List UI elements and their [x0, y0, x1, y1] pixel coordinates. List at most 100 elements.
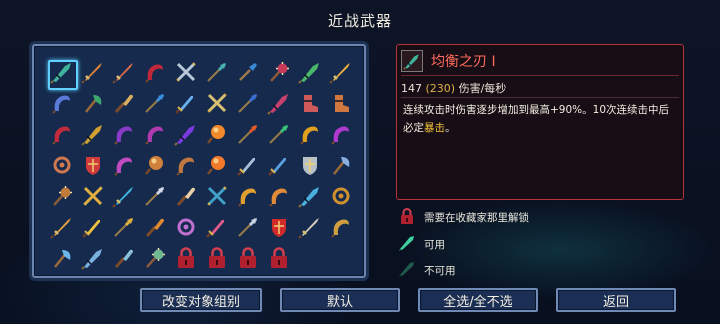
weapon-slot[interactable] — [201, 89, 232, 120]
bone-club-icon — [112, 91, 136, 119]
weapon-slot[interactable] — [325, 213, 356, 244]
sapphire-rapier-icon — [236, 91, 260, 119]
ember-whip-icon — [267, 184, 291, 212]
item-detail-panel: 均衡之刃 I 147 (230) 伤害/每秒 连续攻击时伤害逐步增加到最高+90… — [396, 44, 684, 200]
weapon-slot[interactable] — [232, 89, 263, 120]
crimson-shield-icon — [81, 153, 105, 181]
blood-scythe-icon — [50, 122, 74, 150]
weapon-slot[interactable] — [325, 58, 356, 89]
weapon-slot[interactable] — [108, 213, 139, 244]
war-club-icon — [143, 215, 167, 243]
legend-unavailable-label: 不可用 — [424, 265, 456, 277]
weapon-slot[interactable] — [201, 213, 232, 244]
serpent-whip-icon — [143, 122, 167, 150]
weapon-slot[interactable] — [232, 213, 263, 244]
weapon-slot[interactable] — [108, 151, 139, 182]
weapon-slot[interactable] — [108, 58, 139, 89]
change-group-button[interactable]: 改变对象组别 — [140, 288, 262, 312]
weapon-slot[interactable] — [294, 182, 325, 213]
weapon-slot[interactable] — [294, 120, 325, 151]
weapon-slot[interactable] — [139, 213, 170, 244]
description-keyword: 暴击 — [424, 122, 445, 134]
weapon-slot[interactable] — [139, 58, 170, 89]
weapon-slot[interactable] — [170, 182, 201, 213]
weapon-slot[interactable] — [108, 182, 139, 213]
wave-scythe-icon — [297, 184, 322, 212]
weapon-slot[interactable] — [263, 213, 294, 244]
divider — [401, 97, 679, 98]
weapon-slot[interactable] — [232, 244, 263, 275]
weapon-slot[interactable] — [294, 58, 325, 89]
weapon-slot[interactable] — [46, 182, 77, 213]
weapon-slot[interactable] — [232, 151, 263, 182]
weapon-slot[interactable] — [108, 120, 139, 151]
dps-alt-value: (230) — [425, 82, 456, 95]
weapon-slot[interactable] — [77, 120, 108, 151]
jade-spear-icon — [267, 122, 291, 150]
weapon-slot[interactable] — [201, 58, 232, 89]
weapon-slot[interactable] — [201, 120, 232, 151]
weapon-slot[interactable] — [170, 120, 201, 151]
weapon-slot[interactable] — [170, 89, 201, 120]
weapon-slot[interactable] — [108, 89, 139, 120]
weapon-slot[interactable] — [263, 58, 294, 89]
weapon-slot[interactable] — [139, 182, 170, 213]
green-axe-icon — [81, 91, 105, 119]
weapon-slot[interactable] — [325, 151, 356, 182]
weapon-slot[interactable] — [294, 213, 325, 244]
weapon-slot[interactable] — [77, 89, 108, 120]
golden-scepter-icon — [112, 215, 136, 243]
weapon-slot[interactable] — [46, 89, 77, 120]
weapon-slot[interactable] — [139, 120, 170, 151]
weapon-slot[interactable] — [139, 244, 170, 275]
night-scythe-icon — [112, 153, 136, 181]
weapon-slot[interactable] — [263, 244, 294, 275]
weapon-slot[interactable] — [77, 182, 108, 213]
weapon-slot[interactable] — [77, 213, 108, 244]
golden-hook-icon — [236, 184, 260, 212]
weapon-slot[interactable] — [201, 151, 232, 182]
weapon-slot[interactable] — [46, 151, 77, 182]
spiked-ball-icon — [329, 184, 353, 212]
default-button[interactable]: 默认 — [280, 288, 400, 312]
weapon-slot[interactable] — [294, 89, 325, 120]
weapon-slot[interactable] — [46, 58, 78, 90]
weapon-slot[interactable] — [201, 182, 232, 213]
weapon-slot[interactable] — [325, 120, 356, 151]
weapon-slot[interactable] — [170, 213, 201, 244]
weapon-slot[interactable] — [325, 182, 356, 213]
available-blade-icon — [398, 234, 424, 255]
weapon-slot[interactable] — [77, 244, 108, 275]
weapon-slot[interactable] — [139, 151, 170, 182]
weapon-slot[interactable] — [201, 244, 232, 275]
weapon-slot[interactable] — [46, 120, 77, 151]
weapon-slot[interactable] — [294, 151, 325, 182]
weapon-slot[interactable] — [325, 89, 356, 120]
item-name: 均衡之刃 I — [431, 54, 496, 70]
lock-icon — [398, 207, 424, 228]
weapon-slot[interactable] — [46, 244, 77, 275]
legend-available-label: 可用 — [424, 239, 445, 251]
weapon-slot[interactable] — [77, 58, 108, 89]
crystal-ring-icon — [174, 215, 198, 243]
weapon-slot[interactable] — [263, 151, 294, 182]
weapon-slot[interactable] — [108, 244, 139, 275]
weapon-slot[interactable] — [170, 244, 201, 275]
screen-title: 近战武器 — [327, 12, 392, 30]
weapon-slot[interactable] — [139, 89, 170, 120]
weapon-slot[interactable] — [46, 213, 77, 244]
weapon-slot[interactable] — [232, 120, 263, 151]
weapon-slot[interactable] — [77, 151, 108, 182]
thorn-blade-icon — [266, 91, 291, 119]
weapon-slot[interactable] — [263, 182, 294, 213]
select-all-button[interactable]: 全选/全不选 — [418, 288, 538, 312]
tome-flail-icon — [298, 153, 322, 181]
weapon-slot[interactable] — [232, 58, 263, 89]
weapon-slot[interactable] — [232, 182, 263, 213]
back-button[interactable]: 返回 — [556, 288, 676, 312]
rusty-sword-icon — [80, 60, 105, 88]
weapon-slot[interactable] — [263, 120, 294, 151]
weapon-slot[interactable] — [170, 151, 201, 182]
weapon-slot[interactable] — [263, 89, 294, 120]
weapon-slot[interactable] — [170, 58, 201, 89]
